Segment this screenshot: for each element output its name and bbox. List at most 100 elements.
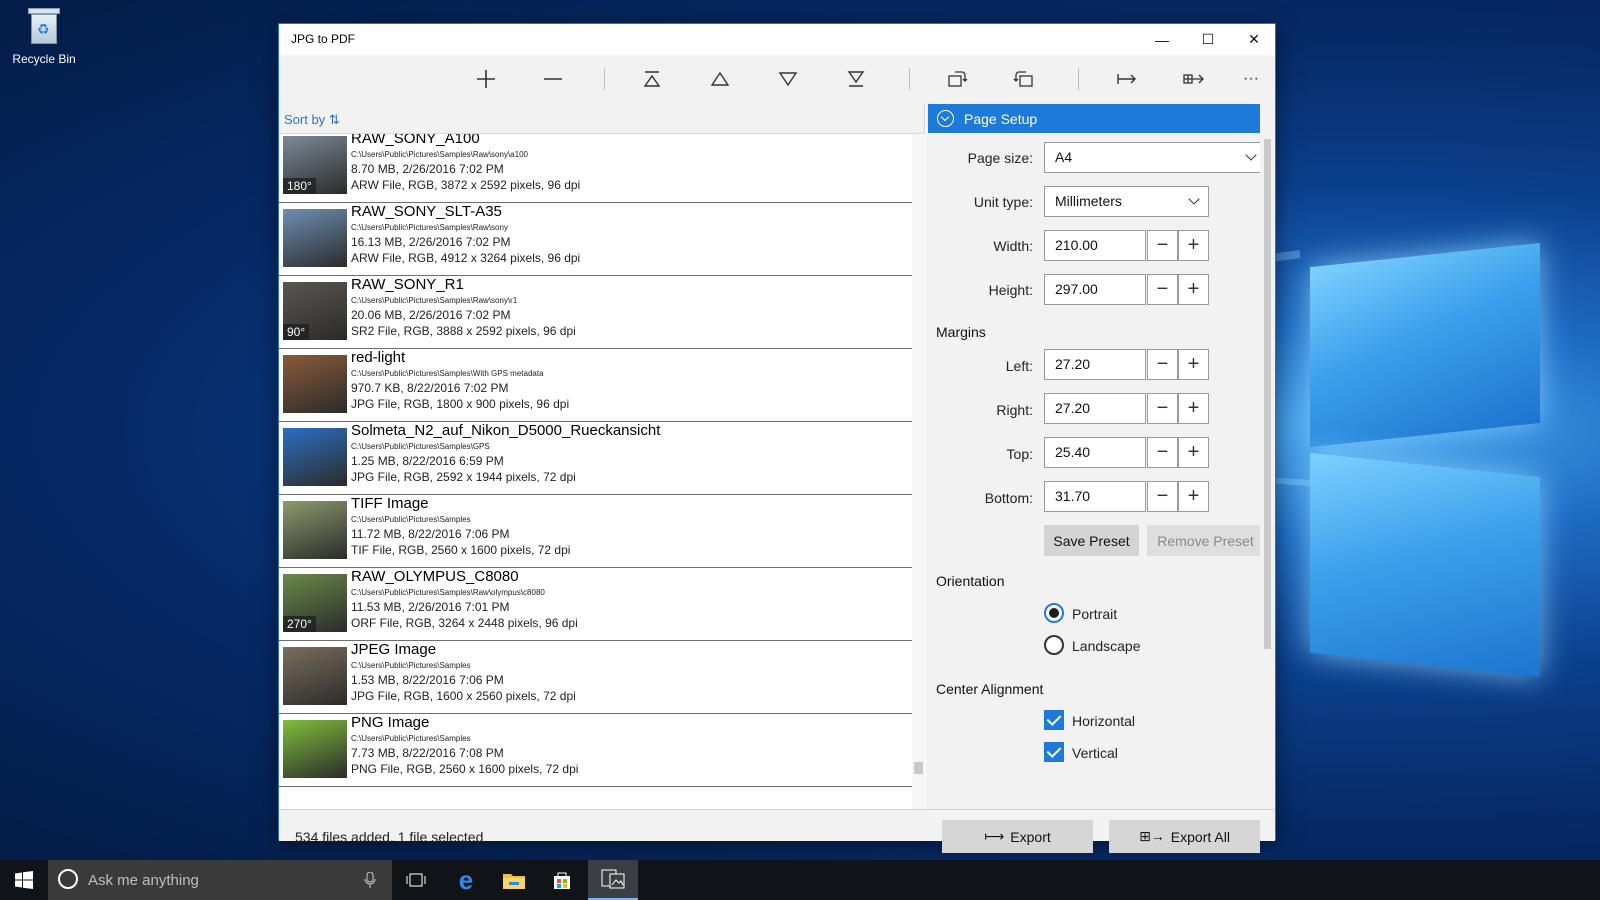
move-to-top-icon bbox=[643, 71, 661, 87]
file-list-item[interactable]: PNG Image C:\Users\Public\Pictures\Sample… bbox=[279, 714, 912, 787]
right-margin-increment-button[interactable]: + bbox=[1178, 393, 1209, 424]
export-all-icon bbox=[1183, 74, 1204, 84]
width-input[interactable]: 210.00 bbox=[1044, 230, 1146, 261]
rotate-left-button[interactable] bbox=[937, 61, 977, 97]
file-info: JPG File, RGB, 1600 x 2560 pixels, 72 dp… bbox=[351, 689, 576, 703]
more-button[interactable]: ··· bbox=[1231, 61, 1271, 97]
left-margin-increment-button[interactable]: + bbox=[1178, 349, 1209, 380]
file-list-item[interactable]: JPEG Image C:\Users\Public\Pictures\Sampl… bbox=[279, 641, 912, 714]
height-increment-button[interactable]: + bbox=[1178, 274, 1209, 305]
microphone-icon[interactable] bbox=[364, 872, 376, 888]
file-list-item[interactable]: Solmeta_N2_auf_Nikon_D5000_Rueckansicht C… bbox=[279, 422, 912, 495]
move-down-icon bbox=[778, 72, 798, 87]
file-list[interactable]: 180° RAW_SONY_A100 C:\Users\Public\Picture… bbox=[279, 134, 912, 809]
left-margin-label: Left: bbox=[1005, 358, 1033, 374]
height-decrement-button[interactable]: − bbox=[1147, 274, 1178, 305]
file-name: TIFF Image bbox=[351, 495, 429, 512]
rotate-right-button[interactable] bbox=[1004, 61, 1044, 97]
top-margin-increment-button[interactable]: + bbox=[1178, 437, 1209, 468]
export-toolbar-button[interactable] bbox=[1107, 61, 1147, 97]
start-button[interactable] bbox=[0, 860, 48, 900]
settings-scrollbar[interactable] bbox=[1260, 103, 1275, 809]
collapse-chevron-icon bbox=[937, 110, 954, 127]
maximize-button[interactable]: ☐ bbox=[1185, 24, 1231, 55]
width-increment-button[interactable]: + bbox=[1178, 230, 1209, 261]
height-input[interactable]: 297.00 bbox=[1044, 274, 1146, 305]
title-bar: JPG to PDF — ☐ ✕ bbox=[279, 24, 1275, 55]
file-list-pane: Sort by ⇅ 180° RAW_SONY_A100 C:\Users\Publ… bbox=[279, 103, 925, 809]
bottom-margin-decrement-button[interactable]: − bbox=[1147, 481, 1178, 512]
left-margin-input[interactable]: 27.20 bbox=[1044, 349, 1146, 380]
move-down-button[interactable] bbox=[768, 61, 808, 97]
save-preset-button[interactable]: Save Preset bbox=[1044, 525, 1139, 556]
add-icon bbox=[477, 70, 495, 88]
file-list-item[interactable]: TIFF Image C:\Users\Public\Pictures\Sampl… bbox=[279, 495, 912, 568]
remove-files-button[interactable] bbox=[533, 61, 573, 97]
jpg-to-pdf-taskbar-button[interactable] bbox=[588, 860, 638, 900]
app-window: JPG to PDF — ☐ ✕ ··· Sort by ⇅ 180° RAW_… bbox=[278, 23, 1276, 853]
search-box[interactable]: Ask me anything bbox=[48, 860, 392, 900]
file-size-date: 1.25 MB, 8/22/2016 6:59 PM bbox=[351, 454, 504, 468]
minimize-button[interactable]: — bbox=[1139, 24, 1185, 55]
right-margin-decrement-button[interactable]: − bbox=[1147, 393, 1178, 424]
store-button[interactable] bbox=[538, 860, 586, 900]
left-margin-decrement-button[interactable]: − bbox=[1147, 349, 1178, 380]
landscape-radio[interactable] bbox=[1044, 635, 1064, 655]
file-name: RAW_OLYMPUS_C8080 bbox=[351, 568, 519, 585]
recycle-bin[interactable]: ♻ Recycle Bin bbox=[6, 6, 82, 66]
scrollbar-thumb[interactable] bbox=[914, 762, 923, 774]
task-view-button[interactable] bbox=[392, 860, 440, 900]
file-list-item[interactable]: 180° RAW_SONY_A100 C:\Users\Public\Picture… bbox=[279, 134, 912, 203]
page-size-select[interactable]: A4 bbox=[1044, 142, 1266, 173]
close-button[interactable]: ✕ bbox=[1231, 24, 1277, 55]
file-info: ARW File, RGB, 3872 x 2592 pixels, 96 dp… bbox=[351, 178, 581, 192]
file-info: JPG File, RGB, 2592 x 1944 pixels, 72 dp… bbox=[351, 470, 576, 484]
windows-logo-icon bbox=[15, 871, 33, 889]
remove-preset-button[interactable]: Remove Preset bbox=[1147, 525, 1264, 556]
file-size-date: 7.73 MB, 8/22/2016 7:08 PM bbox=[351, 746, 504, 760]
right-margin-input[interactable]: 27.20 bbox=[1044, 393, 1146, 424]
file-path: C:\Users\Public\Pictures\Samples\Raw\son… bbox=[351, 296, 518, 305]
horizontal-checkbox[interactable] bbox=[1044, 710, 1064, 730]
rotation-badge: 180° bbox=[283, 178, 316, 194]
file-list-item[interactable]: red-light C:\Users\Public\Pictures\Sample… bbox=[279, 349, 912, 422]
status-text: 534 files added, 1 file selected bbox=[295, 829, 484, 845]
page-setup-header[interactable]: Page Setup bbox=[928, 104, 1260, 133]
sort-by-button[interactable]: Sort by ⇅ bbox=[284, 112, 340, 128]
edge-button[interactable]: e bbox=[442, 860, 490, 900]
portrait-radio[interactable] bbox=[1044, 603, 1064, 623]
sort-icon: ⇅ bbox=[328, 112, 340, 127]
sort-by-label: Sort by bbox=[284, 112, 326, 127]
file-list-item[interactable]: 90° RAW_SONY_R1 C:\Users\Public\Pictures\S… bbox=[279, 276, 912, 349]
vertical-checkbox[interactable] bbox=[1044, 742, 1064, 762]
width-decrement-button[interactable]: − bbox=[1147, 230, 1178, 261]
horizontal-label: Horizontal bbox=[1072, 713, 1136, 729]
folder-icon bbox=[503, 874, 525, 889]
export-all-toolbar-button[interactable] bbox=[1174, 61, 1214, 97]
move-up-button[interactable] bbox=[700, 61, 740, 97]
move-to-top-button[interactable] bbox=[632, 61, 672, 97]
unit-type-select[interactable]: Millimeters bbox=[1044, 186, 1209, 217]
file-list-scrollbar[interactable] bbox=[912, 134, 925, 809]
export-label: Export bbox=[1010, 828, 1051, 845]
add-files-button[interactable] bbox=[466, 61, 506, 97]
file-info: JPG File, RGB, 1800 x 900 pixels, 96 dpi bbox=[351, 397, 570, 411]
file-info: TIF File, RGB, 2560 x 1600 pixels, 72 dp… bbox=[351, 543, 571, 557]
bottom-margin-input[interactable]: 31.70 bbox=[1044, 481, 1146, 512]
file-explorer-button[interactable] bbox=[490, 860, 538, 900]
orientation-heading: Orientation bbox=[936, 573, 1005, 589]
file-list-item[interactable]: RAW_SONY_SLT-A35 C:\Users\Public\Pictures… bbox=[279, 203, 912, 276]
file-path: C:\Users\Public\Pictures\Samples\With GP… bbox=[351, 369, 544, 378]
export-button[interactable]: ⟼ Export bbox=[942, 820, 1093, 853]
task-view-icon bbox=[406, 873, 426, 887]
file-list-item[interactable]: 270° RAW_OLYMPUS_C8080 C:\Users\Public\Pic… bbox=[279, 568, 912, 641]
scrollbar-thumb[interactable] bbox=[1264, 139, 1271, 649]
top-margin-input[interactable]: 25.40 bbox=[1044, 437, 1146, 468]
file-size-date: 20.06 MB, 2/26/2016 7:02 PM bbox=[351, 308, 511, 322]
more-icon: ··· bbox=[1243, 70, 1259, 87]
bottom-margin-increment-button[interactable]: + bbox=[1178, 481, 1209, 512]
export-all-button[interactable]: ⊞→ Export All bbox=[1109, 820, 1260, 853]
move-to-bottom-button[interactable] bbox=[836, 61, 876, 97]
export-icon bbox=[1117, 74, 1136, 84]
top-margin-decrement-button[interactable]: − bbox=[1147, 437, 1178, 468]
